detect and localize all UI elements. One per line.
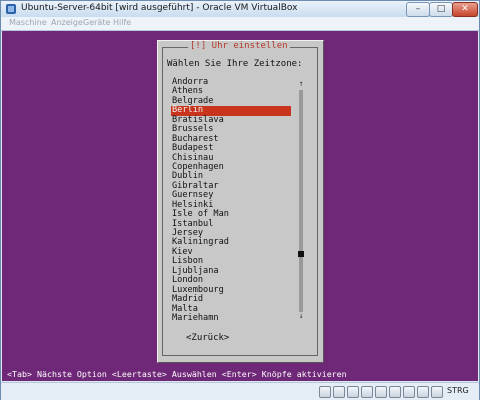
timezone-list[interactable]: Andorra Athens Belgrade Berlin Bratislava Bru… <box>171 77 291 323</box>
hard-disk-icon[interactable] <box>319 386 331 398</box>
menu-anzeige[interactable]: Anzeige <box>51 18 83 27</box>
usb-icon[interactable] <box>347 386 359 398</box>
keyboard-capture-icon[interactable] <box>431 386 443 398</box>
vm-screen[interactable]: [!] Uhr einstellen Wählen Sie Ihre Zeitz… <box>2 31 478 381</box>
timezone-item[interactable]: Mariehamn <box>171 313 291 323</box>
network-icon[interactable] <box>361 386 373 398</box>
timezone-dialog: [!] Uhr einstellen Wählen Sie Ihre Zeitz… <box>157 40 324 363</box>
minimize-button[interactable]: – <box>406 2 430 17</box>
shared-folder-icon[interactable] <box>375 386 387 398</box>
display-icon[interactable] <box>389 386 401 398</box>
scroll-thumb[interactable] <box>298 251 304 257</box>
keyboard-hint: <Tab> Nächste Option <Leertaste> Auswähl… <box>7 369 347 379</box>
dialog-title: [!] Uhr einstellen <box>188 41 290 51</box>
mouse-integration-icon[interactable] <box>417 386 429 398</box>
scroll-down-icon[interactable]: ↓ <box>298 314 304 320</box>
virtualbox-app-icon <box>6 4 16 14</box>
close-button[interactable]: ✕ <box>452 2 478 17</box>
back-button[interactable]: <Zurück> <box>186 333 229 343</box>
title-bar[interactable]: Ubuntu-Server-64bit [wird ausgeführt] - … <box>1 1 479 17</box>
timezone-scrollbar[interactable]: ↑ ↓ <box>298 82 304 320</box>
menu-bar: Maschine Anzeige Geräte Hilfe <box>1 17 479 31</box>
menu-geraete[interactable]: Geräte <box>83 18 110 27</box>
scroll-up-icon[interactable]: ↑ <box>298 82 304 88</box>
maximize-button[interactable]: □ <box>429 2 453 17</box>
virtualbox-window: Ubuntu-Server-64bit [wird ausgeführt] - … <box>0 0 480 400</box>
optical-drive-icon[interactable] <box>333 386 345 398</box>
scroll-track[interactable] <box>299 90 303 312</box>
window-title: Ubuntu-Server-64bit [wird ausgeführt] - … <box>21 3 298 13</box>
recording-icon[interactable] <box>403 386 415 398</box>
host-key-label: STRG <box>447 386 469 395</box>
status-bar: STRG <box>1 382 479 400</box>
menu-maschine[interactable]: Maschine <box>9 18 47 27</box>
timezone-prompt: Wählen Sie Ihre Zeitzone: <box>167 59 303 69</box>
menu-hilfe[interactable]: Hilfe <box>113 18 131 27</box>
